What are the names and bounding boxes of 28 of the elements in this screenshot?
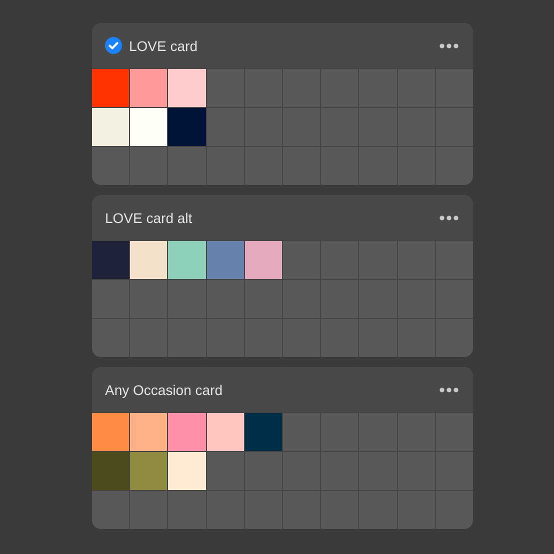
color-swatch[interactable] <box>206 241 244 279</box>
color-swatch[interactable] <box>92 452 130 490</box>
color-swatch[interactable] <box>168 452 206 490</box>
color-swatch[interactable] <box>130 69 168 107</box>
palette-card[interactable]: LOVE card alt <box>92 195 473 357</box>
palette-card[interactable]: LOVE card <box>92 23 473 185</box>
color-swatch[interactable] <box>130 413 168 451</box>
palette-card[interactable]: Any Occasion card <box>92 367 473 529</box>
more-icon <box>439 386 459 392</box>
color-swatch[interactable] <box>168 69 206 107</box>
palette-name: LOVE card alt <box>105 210 194 226</box>
color-swatch[interactable] <box>168 241 206 279</box>
palette-name: LOVE card <box>129 38 198 54</box>
color-swatch[interactable] <box>92 108 130 146</box>
color-swatch[interactable] <box>168 108 206 146</box>
color-swatch[interactable] <box>92 413 130 451</box>
color-swatch[interactable] <box>130 241 168 279</box>
color-swatch[interactable] <box>206 413 244 451</box>
color-swatch[interactable] <box>92 69 130 107</box>
more-icon <box>439 214 459 220</box>
color-swatch[interactable] <box>130 452 168 490</box>
color-swatch[interactable] <box>244 241 282 279</box>
more-icon <box>439 42 459 48</box>
color-swatch[interactable] <box>244 413 282 451</box>
palette-name: Any Occasion card <box>105 382 224 398</box>
color-swatch[interactable] <box>168 413 206 451</box>
color-swatch[interactable] <box>92 241 130 279</box>
color-swatch[interactable] <box>130 108 168 146</box>
